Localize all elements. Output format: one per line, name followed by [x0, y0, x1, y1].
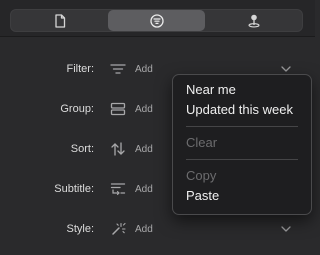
tab-map[interactable]: [205, 10, 302, 31]
add-subtitle-button[interactable]: Add: [105, 176, 171, 202]
add-style-button[interactable]: Add: [105, 216, 171, 242]
document-icon: [54, 13, 65, 28]
view-segmented-control: [10, 9, 303, 32]
sort-arrows-icon: [105, 136, 131, 162]
add-label: Add: [135, 143, 153, 155]
menu-item-copy: Copy: [186, 168, 217, 183]
filter-label: Filter:: [66, 63, 95, 75]
map-pin-icon: [247, 14, 260, 28]
tab-filter[interactable]: [108, 10, 205, 31]
context-menu: Near me Updated this week Clear Copy Pas…: [172, 74, 312, 215]
toolbar: [0, 0, 315, 37]
sort-label: Sort:: [70, 143, 94, 155]
subtitle-label: Subtitle:: [54, 183, 94, 195]
group-label: Group:: [60, 103, 94, 115]
menu-separator: [186, 126, 298, 127]
menu-item-near-me[interactable]: Near me: [173, 80, 311, 100]
filter-lines-icon: [105, 56, 131, 82]
style-label: Style:: [66, 223, 94, 235]
filter-circle-icon: [149, 13, 164, 28]
chevron-down-icon[interactable]: [279, 223, 293, 235]
style-row: Style: Add: [0, 216, 315, 242]
add-sort-button[interactable]: Add: [105, 136, 171, 162]
add-filter-button[interactable]: Add: [105, 56, 171, 82]
subtitle-icon: [105, 176, 131, 202]
magic-wand-icon: [105, 216, 131, 242]
add-label: Add: [135, 63, 153, 75]
tab-document[interactable]: [11, 10, 108, 31]
group-rows-icon: [105, 96, 131, 122]
add-label: Add: [135, 103, 153, 115]
menu-separator: [186, 159, 298, 160]
menu-item-updated-this-week[interactable]: Updated this week: [173, 100, 311, 120]
menu-item-clear: Clear: [186, 135, 218, 150]
menu-item-paste[interactable]: Paste: [173, 186, 311, 206]
add-group-button[interactable]: Add: [105, 96, 171, 122]
add-label: Add: [135, 223, 153, 235]
add-label: Add: [135, 183, 153, 195]
